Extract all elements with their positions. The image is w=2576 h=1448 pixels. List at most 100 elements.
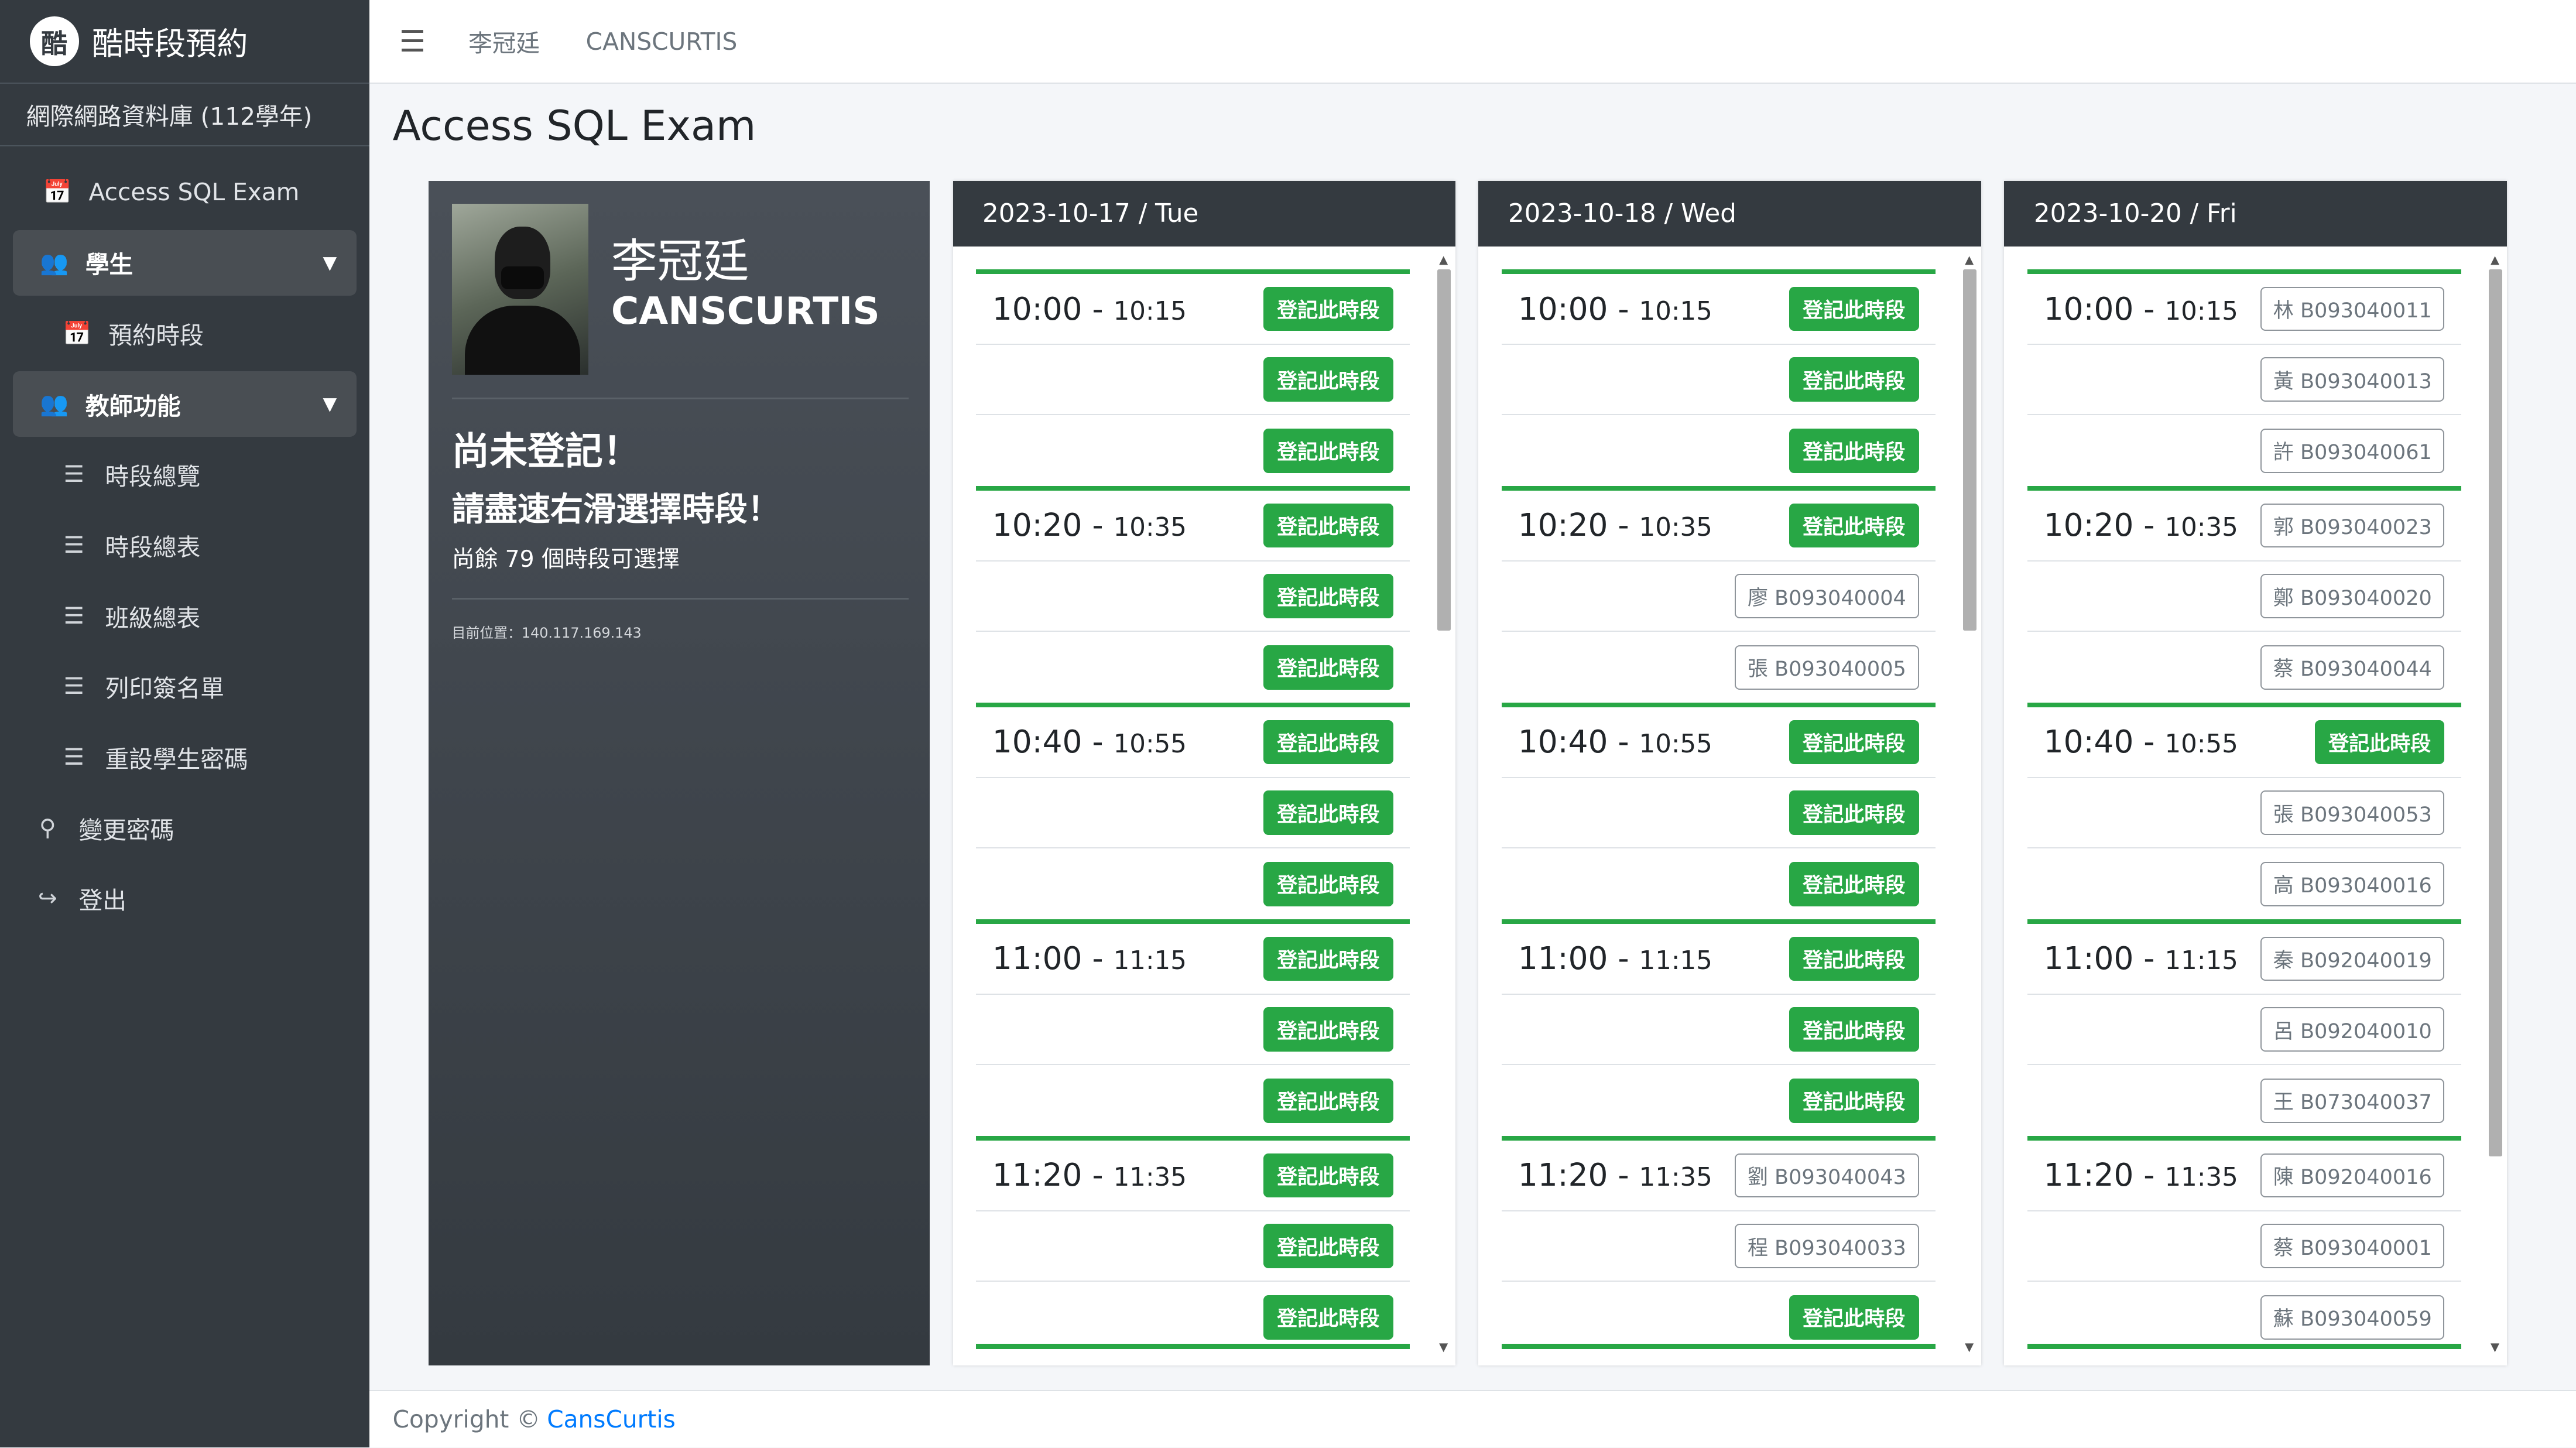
scroll-up-icon[interactable]: ▲ <box>1439 253 1448 266</box>
time-slot-group: 10:20 - 10:35 登記此時段廖 B093040004 張 B0930400… <box>1501 486 1936 703</box>
register-slot-button[interactable]: 登記此時段 <box>1789 1078 1919 1123</box>
sidebar-item-slot-table[interactable]: ☰ 時段總表 <box>13 512 356 578</box>
topbar-link-nickname[interactable]: CANSCURTIS <box>586 28 738 56</box>
scrollbar[interactable]: ▲ ▼ <box>1961 253 1978 1354</box>
register-slot-button[interactable]: 登記此時段 <box>1789 790 1919 835</box>
register-slot-button[interactable]: 登記此時段 <box>1263 1153 1393 1198</box>
register-slot-button[interactable]: 登記此時段 <box>1789 861 1919 906</box>
slot-row: 10:00 - 10:15 登記此時段 <box>975 274 1410 345</box>
brand[interactable]: 酷 酷時段預約 <box>0 0 370 84</box>
time-slot-group: 11:20 - 11:35 劉 B093040043 程 B093040033 登記此… <box>1501 1136 1936 1353</box>
footer-link[interactable]: CansCurtis <box>547 1405 676 1433</box>
scroll-down-icon[interactable]: ▼ <box>1439 1340 1448 1354</box>
slot-end-time: 10:35 <box>1639 513 1712 543</box>
slot-row: 登記此時段 <box>1501 778 1936 849</box>
register-slot-button[interactable]: 登記此時段 <box>1263 1295 1393 1340</box>
slot-start-time: 10:20 <box>1517 507 1608 544</box>
register-slot-button[interactable]: 登記此時段 <box>1263 503 1393 548</box>
reserved-student-tag: 陳 B092040016 <box>2260 1153 2445 1198</box>
sidebar-item-access-sql-exam[interactable]: 📅 Access SQL Exam <box>13 159 356 225</box>
time-slot-group: 10:20 - 10:35 郭 B093040023 鄭 B093040020 蔡 B… <box>2027 486 2461 703</box>
slot-row: 王 B073040037 <box>2027 1065 2461 1136</box>
slot-end-time: 10:55 <box>2164 730 2238 759</box>
location-text: 目前位置：140.117.169.143 <box>451 624 642 641</box>
menu-icon[interactable]: ☰ <box>399 24 426 59</box>
register-slot-button[interactable]: 登記此時段 <box>1263 574 1393 618</box>
scrollbar[interactable]: ▲ ▼ <box>2487 253 2503 1354</box>
scroll-down-icon[interactable]: ▼ <box>1965 1340 1974 1354</box>
scrollbar[interactable]: ▲ ▼ <box>1436 253 1453 1354</box>
time-slot-group: 10:00 - 10:15 林 B093040011 黃 B093040013 許 B… <box>2027 269 2461 486</box>
scroll-thumb[interactable] <box>1437 269 1451 631</box>
register-slot-button[interactable]: 登記此時段 <box>1789 357 1919 402</box>
sidebar-item-reset-student-password[interactable]: ☰ 重設學生密碼 <box>13 724 356 790</box>
scroll-thumb[interactable] <box>1963 269 1976 631</box>
register-slot-button[interactable]: 登記此時段 <box>1263 645 1393 690</box>
profile-nickname: CANSCURTIS <box>611 289 880 333</box>
register-slot-button[interactable]: 登記此時段 <box>1263 428 1393 473</box>
register-slot-button[interactable]: 登記此時段 <box>1263 790 1393 835</box>
register-slot-button[interactable]: 登記此時段 <box>1263 1078 1393 1123</box>
register-slot-button[interactable]: 登記此時段 <box>1263 1224 1393 1268</box>
slot-row: 登記此時段 <box>975 995 1410 1066</box>
sidebar-item-reserve-slot[interactable]: 📅 預約時段 <box>13 300 356 366</box>
register-slot-button[interactable]: 登記此時段 <box>1789 1295 1919 1340</box>
scroll-down-icon[interactable]: ▼ <box>2491 1340 2499 1354</box>
calendar-icon: 📅 <box>43 179 72 206</box>
slot-row: 11:00 - 11:15 登記此時段 <box>1501 924 1936 995</box>
sidebar-item-print-signin[interactable]: ☰ 列印簽名單 <box>13 654 356 720</box>
register-slot-button[interactable]: 登記此時段 <box>1263 861 1393 906</box>
slot-row: 登記此時段 <box>976 1065 1410 1136</box>
register-slot-button[interactable]: 登記此時段 <box>1789 720 1919 765</box>
slot-row: 呂 B092040010 <box>2027 995 2461 1066</box>
sidebar-item-label: Access SQL Exam <box>88 178 300 207</box>
sidebar-nav: 📅 Access SQL Exam 👥 學生 ▼ 📅 預約時段 👥 教師功能 ▼ ☰… <box>0 146 369 950</box>
day-column: 2023-10-18 / Wed 10:00 - 10:15 登記此時段 登記此時段登… <box>1478 180 1982 1365</box>
register-slot-button[interactable]: 登記此時段 <box>2314 720 2445 765</box>
key-icon: ⚲ <box>39 814 56 841</box>
reserved-student-tag: 高 B093040016 <box>2260 861 2445 906</box>
slot-row: 登記此時段 <box>1502 1282 1936 1353</box>
slot-time: 11:20 - 11:35 <box>1517 1157 1712 1194</box>
slot-start-time: 10:40 <box>992 724 1083 761</box>
slot-row: 11:20 - 11:35 劉 B093040043 <box>1501 1141 1936 1211</box>
reserved-student-tag: 蔡 B093040001 <box>2260 1224 2445 1268</box>
slot-row: 登記此時段 <box>1502 415 1936 486</box>
register-slot-button[interactable]: 登記此時段 <box>1263 720 1393 765</box>
slot-time: 10:40 - 10:55 <box>1517 724 1712 761</box>
register-slot-button[interactable]: 登記此時段 <box>1789 286 1919 331</box>
sidebar-item-class-table[interactable]: ☰ 班級總表 <box>13 583 356 649</box>
sidebar-item-change-password[interactable]: ⚲ 變更密碼 <box>13 795 356 861</box>
topbar-link-name[interactable]: 李冠廷 <box>468 24 540 59</box>
sidebar-item-teacher-functions[interactable]: 👥 教師功能 ▼ <box>13 371 357 437</box>
sidebar-item-logout[interactable]: ↪ 登出 <box>13 866 356 932</box>
brand-logo-icon: 酷 <box>29 16 79 66</box>
slot-end-time: 11:15 <box>2164 946 2238 976</box>
sidebar-item-students[interactable]: 👥 學生 ▼ <box>13 230 357 296</box>
sidebar-item-slot-overview[interactable]: ☰ 時段總覽 <box>13 442 356 508</box>
list-icon: ☰ <box>63 532 84 559</box>
slot-row: 蘇 B093040059 <box>2027 1282 2461 1353</box>
register-slot-button[interactable]: 登記此時段 <box>1789 1007 1919 1052</box>
slot-list: 10:00 - 10:15 登記此時段 登記此時段 登記此時段 10:20 - 10:3… <box>1501 269 1936 1353</box>
slot-row: 許 B093040061 <box>2027 415 2461 486</box>
reserved-student-tag: 張 B093040005 <box>1735 645 1919 690</box>
register-slot-button[interactable]: 登記此時段 <box>1789 428 1919 473</box>
reserved-student-tag: 張 B093040053 <box>2260 790 2445 835</box>
sidebar-item-label: 時段總表 <box>105 533 201 562</box>
day-header: 2023-10-17 / Tue <box>953 180 1456 247</box>
register-slot-button[interactable]: 登記此時段 <box>1263 286 1393 331</box>
scroll-up-icon[interactable]: ▲ <box>1965 253 1974 266</box>
slot-time: 10:20 - 10:35 <box>2043 507 2238 544</box>
scroll-thumb[interactable] <box>2489 269 2502 1157</box>
register-slot-button[interactable]: 登記此時段 <box>1263 357 1393 402</box>
register-slot-button[interactable]: 登記此時段 <box>1263 1007 1393 1052</box>
register-slot-button[interactable]: 登記此時段 <box>1263 936 1393 981</box>
register-slot-button[interactable]: 登記此時段 <box>1789 503 1919 548</box>
register-slot-button[interactable]: 登記此時段 <box>1789 936 1919 981</box>
scroll-up-icon[interactable]: ▲ <box>2491 253 2499 266</box>
slot-row: 登記此時段 <box>975 778 1410 849</box>
slot-divider <box>975 1344 1410 1349</box>
slot-row: 登記此時段 <box>1501 345 1936 416</box>
slot-row: 登記此時段 <box>1501 995 1936 1066</box>
